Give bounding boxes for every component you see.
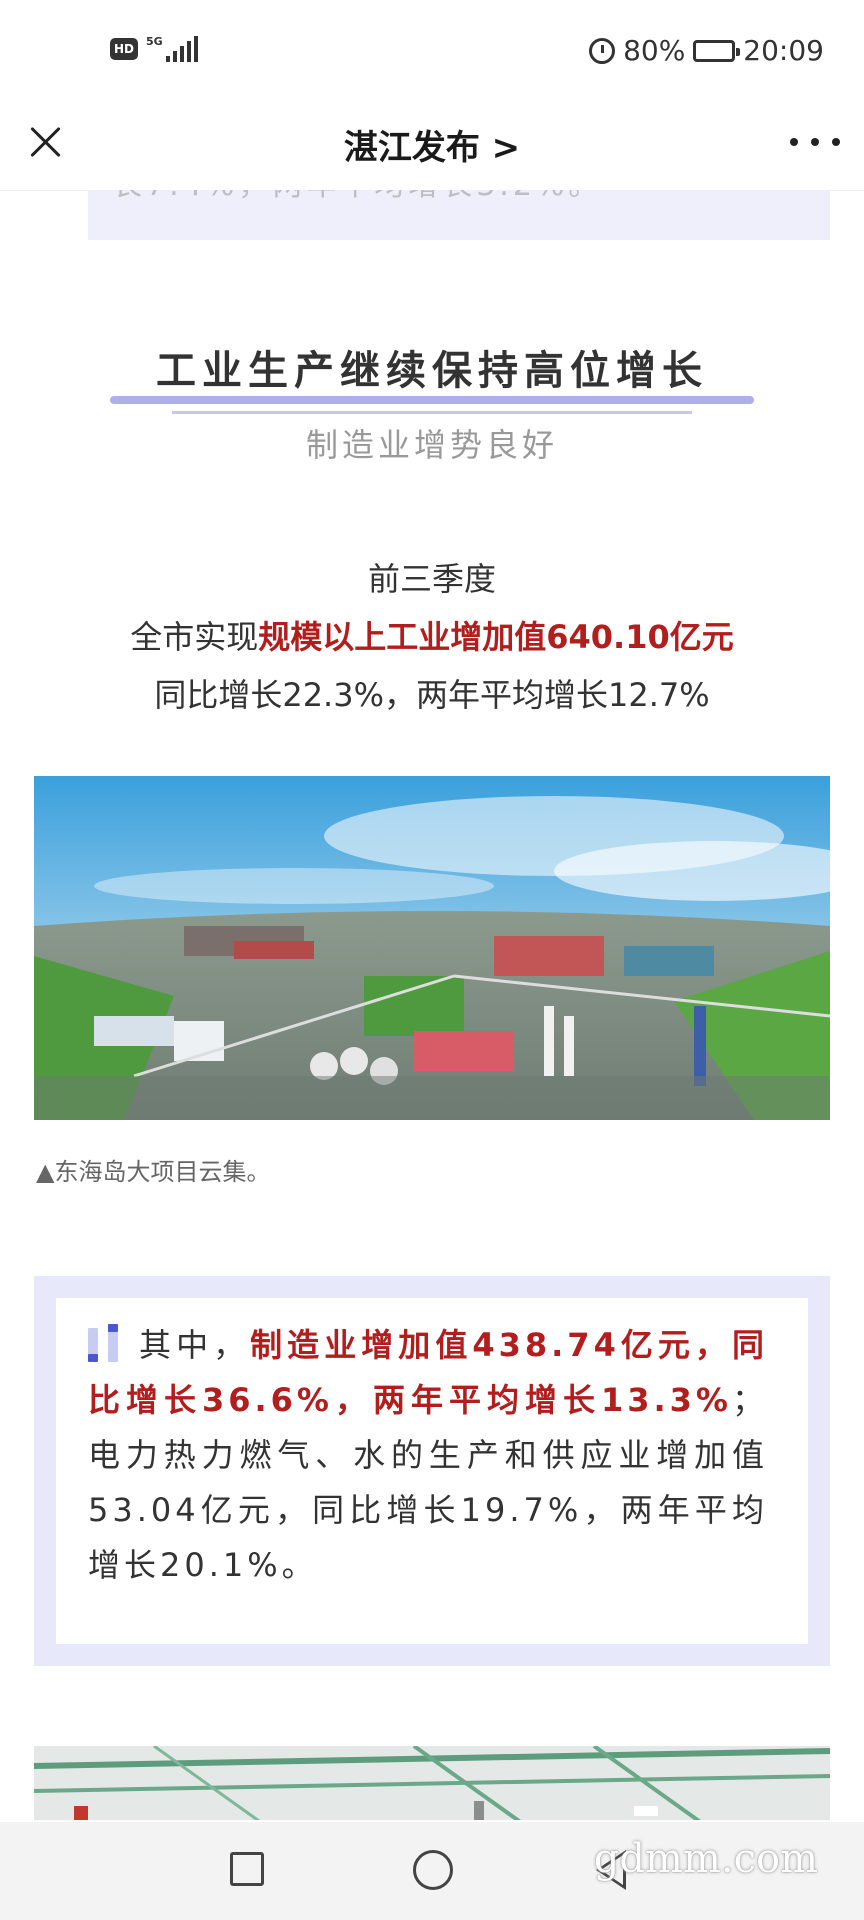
para-line-2-prefix: 全市实现	[130, 618, 259, 656]
photo-caption: ▲东海岛大项目云集。	[36, 1158, 271, 1186]
previous-quote-text: 长7.4%，两年平均增长3.2%。	[112, 190, 602, 204]
article-photo-factory-interior[interactable]	[34, 1746, 830, 1820]
para-line-3: 同比增长22.3%，两年平均增长12.7%	[154, 676, 710, 714]
title-underline-thin	[172, 411, 692, 414]
section-subtitle: 制造业增势良好	[305, 426, 558, 464]
quote-prefix: 其中，	[138, 1326, 251, 1364]
recent-apps-button[interactable]	[230, 1852, 264, 1886]
clock: 20:09	[743, 34, 824, 67]
nav-bar: 湛江发布 >	[0, 100, 864, 191]
status-left: HD 5G	[110, 36, 198, 62]
network-type-label: 5G	[146, 35, 163, 48]
previous-quote-box: 长7.4%，两年平均增长3.2%。	[88, 190, 830, 240]
para-line-2-highlight: 规模以上工业增加值640.10亿元	[258, 618, 734, 656]
highlight-quote-box: 其中，制造业增加值438.74亿元，同比增长36.6%，两年平均增长13.3%；…	[34, 1276, 830, 1666]
para-line-2: 全市实现规模以上工业增加值640.10亿元	[0, 612, 864, 658]
article-photo-industrial-park[interactable]	[34, 776, 830, 1120]
quote-mark-icon	[88, 1324, 124, 1362]
battery-percent: 80%	[623, 34, 686, 67]
system-nav-bar: gdmm.com	[0, 1822, 864, 1920]
more-options-icon[interactable]	[790, 130, 840, 154]
title-underline	[110, 396, 754, 404]
status-bar: HD 5G 80% 20:09	[0, 0, 864, 100]
hd-icon: HD	[110, 38, 138, 60]
highlight-quote-text: 其中，制造业增加值438.74亿元，同比增长36.6%，两年平均增长13.3%；…	[88, 1318, 768, 1593]
home-button[interactable]	[413, 1850, 453, 1890]
status-right: 80% 20:09	[589, 34, 824, 67]
para-line-1: 前三季度	[367, 560, 496, 598]
account-title-link[interactable]: 湛江发布 >	[0, 120, 864, 169]
alarm-icon	[589, 37, 616, 64]
watermark: gdmm.com	[593, 1836, 818, 1882]
signal-icon: 5G	[146, 36, 198, 62]
article-content: 长7.4%，两年平均增长3.2%。 工业生产继续保持高位增长 制造业增势良好 前…	[0, 190, 864, 1820]
section-title: 工业生产继续保持高位增长	[156, 348, 708, 394]
battery-icon	[693, 39, 741, 62]
highlight-quote-inner: 其中，制造业增加值438.74亿元，同比增长36.6%，两年平均增长13.3%；…	[56, 1298, 808, 1644]
